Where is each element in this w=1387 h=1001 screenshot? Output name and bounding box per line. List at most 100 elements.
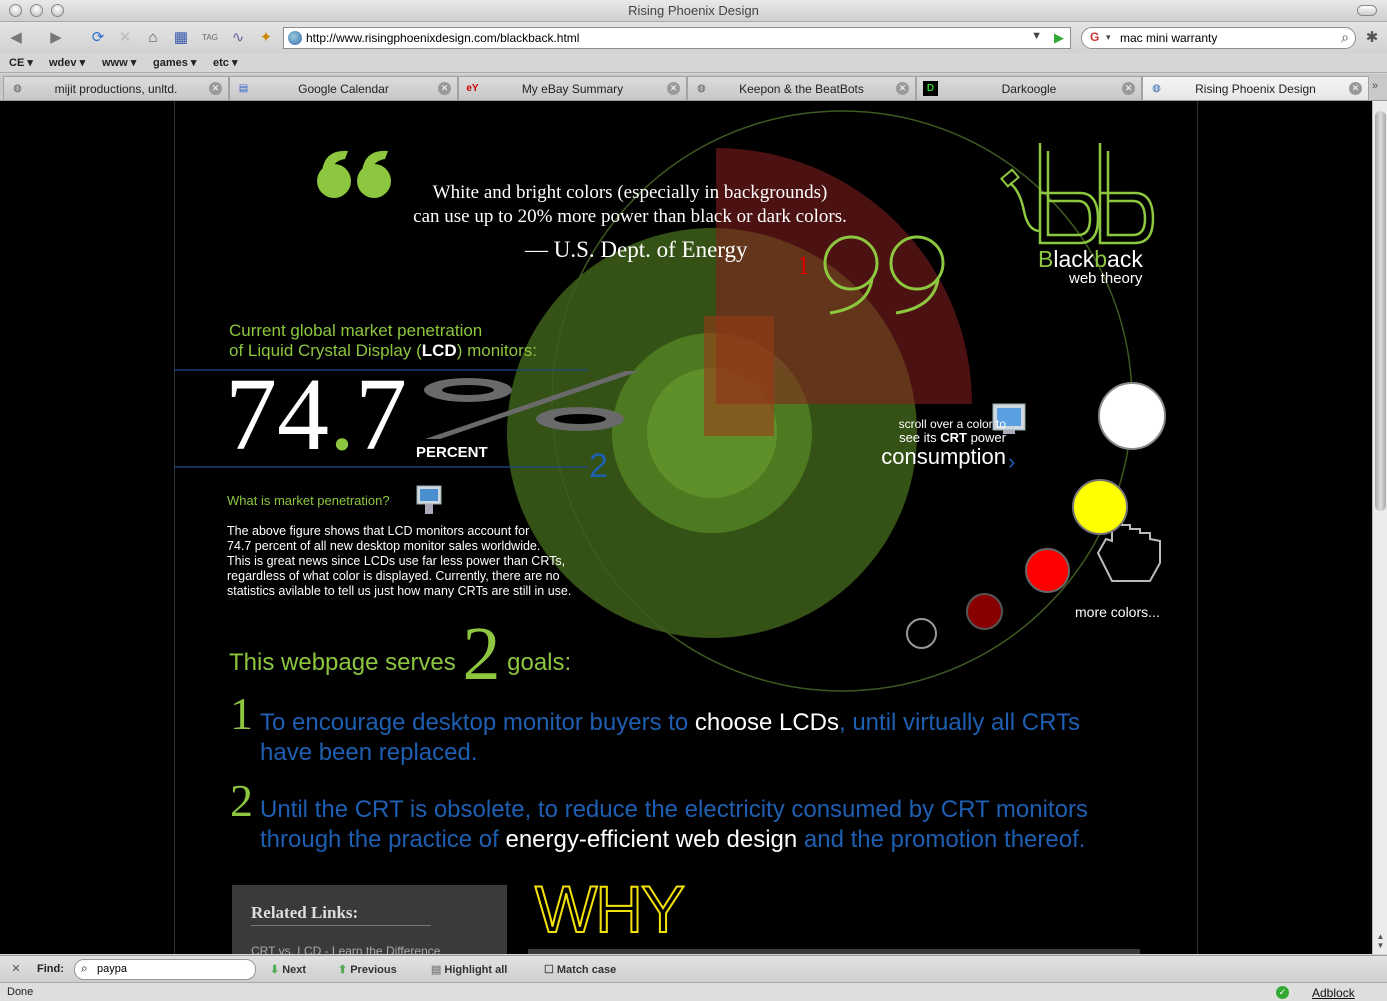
goal-1-b: , until virtually all CRTs (839, 709, 1080, 736)
swatch-dark-red[interactable] (966, 593, 1003, 630)
mp-line: regardless of what color is displayed. C… (227, 569, 560, 583)
adblock-button[interactable]: Adblock (1312, 986, 1355, 1000)
scrollbar-thumb[interactable] (1375, 111, 1386, 511)
tools-icon[interactable]: ✦ (256, 28, 276, 48)
tab-keepon[interactable]: ◍ Keepon & the BeatBots ✕ (687, 76, 916, 100)
lcd-heading-post: ) monitors: (456, 341, 537, 360)
search-bar[interactable]: G ▾ mac mini warranty ⌕ (1081, 27, 1356, 49)
address-bar[interactable]: http://www.risingphoenixdesign.com/black… (283, 27, 1071, 49)
swatch-yellow[interactable] (1072, 479, 1128, 535)
more-colors-link[interactable]: more colors... (1075, 604, 1160, 620)
goal-2-a: Until the CRT is obsolete, to reduce the… (260, 796, 1088, 823)
navigation-toolbar: ◀ ▶ ⟳ ✕ ⌂ ▦ TAG ∿ ✦ http://www.risingpho… (0, 22, 1387, 53)
blackback-logo-text[interactable]: Blackback (1038, 246, 1143, 273)
why-heading: WHY (534, 871, 686, 947)
home-icon[interactable]: ⌂ (143, 28, 163, 48)
tab-strip: ◍ mijit productions, unltd. ✕ ▤ Google C… (0, 74, 1387, 101)
find-previous-button[interactable]: ⬆ Previous (338, 963, 397, 976)
tab-label: Keepon & the BeatBots (739, 82, 864, 96)
go-icon[interactable]: ▶ (1054, 30, 1064, 46)
related-link[interactable]: CRT vs. LCD - Learn the Difference (251, 944, 440, 954)
extension-icon[interactable]: ∿ (228, 28, 248, 48)
swatch-black[interactable] (906, 618, 937, 649)
forward-icon[interactable]: ▶ (46, 28, 66, 48)
bookmark-folder-etc[interactable]: etc ▾ (213, 56, 237, 69)
match-case-label: Match case (556, 964, 617, 976)
scroll-arrows-icon[interactable]: ▲ ▼ (1375, 932, 1386, 950)
tab-darkoogle[interactable]: D Darkoogle ✕ (916, 76, 1142, 100)
energy-quote: White and bright colors (especially in b… (360, 181, 900, 229)
related-links-title: Related Links: (251, 903, 431, 926)
bookmark-manager-icon[interactable]: ▦ (171, 28, 191, 48)
url-history-dropdown-icon[interactable]: ▼ (1031, 30, 1042, 42)
logo-mid2: ack (1107, 246, 1143, 272)
window-title: Rising Phoenix Design (628, 3, 759, 18)
search-input[interactable]: mac mini warranty (1120, 31, 1217, 45)
swatch-white[interactable] (1098, 382, 1166, 450)
goal-1-number: 1 (230, 688, 253, 739)
why-panel-top (528, 949, 1140, 954)
match-case-checkbox[interactable]: ☐ Match case (544, 963, 616, 976)
hint-line-1: scroll over a color to (898, 417, 1006, 431)
percentage-dot: . (329, 357, 355, 472)
tab-list-icon[interactable]: » (1372, 80, 1378, 92)
goal-2-highlight: energy-efficient web design (505, 826, 798, 853)
bookmark-folder-ce[interactable]: CE ▾ (9, 56, 33, 69)
market-penetration-link[interactable]: What is market penetration? (227, 493, 390, 508)
close-tab-icon[interactable]: ✕ (896, 82, 909, 95)
goals-heading: This webpage serves 2 goals: (229, 611, 571, 698)
orange-overlap (704, 316, 774, 436)
crt-power-hint: scroll over a color to see its CRT power… (856, 417, 1006, 469)
logo-b1: B (1038, 246, 1054, 272)
close-find-bar-icon[interactable]: ✕ (9, 962, 23, 976)
close-tab-icon[interactable]: ✕ (1349, 82, 1362, 95)
find-input-value: paypa (97, 963, 127, 975)
close-tab-icon[interactable]: ✕ (209, 82, 222, 95)
logo-mid1: lack (1053, 246, 1095, 272)
back-icon[interactable]: ◀ (6, 28, 26, 48)
tab-mijit[interactable]: ◍ mijit productions, unltd. ✕ (3, 76, 229, 100)
puzzle-icon[interactable]: ✱ (1362, 28, 1382, 48)
search-engine-icon[interactable]: G (1090, 30, 1099, 44)
search-icon[interactable]: ⌕ (1341, 29, 1349, 46)
bookmark-folder-games[interactable]: games ▾ (153, 56, 196, 69)
reload-icon[interactable]: ⟳ (88, 28, 108, 48)
toolbar-toggle-button[interactable] (1357, 5, 1377, 16)
percent-hole-top (442, 385, 494, 395)
find-next-button[interactable]: ⬇ Next (270, 963, 306, 976)
goal-1-a: To encourage desktop monitor buyers to (260, 709, 695, 736)
close-tab-icon[interactable]: ✕ (1122, 82, 1135, 95)
reference-2-link[interactable]: 2 (589, 447, 608, 486)
status-text: Done (7, 986, 34, 998)
window-titlebar: Rising Phoenix Design (0, 0, 1387, 22)
stop-icon[interactable]: ✕ (115, 28, 135, 48)
tab-label: My eBay Summary (521, 82, 624, 96)
tab-ebay[interactable]: eY My eBay Summary ✕ (458, 76, 687, 100)
reference-1-link[interactable]: 1 (797, 251, 810, 281)
vertical-scrollbar[interactable]: ▲ ▼ (1372, 101, 1387, 954)
mp-line: This is great news since LCDs use far le… (227, 554, 566, 568)
search-engine-dropdown-icon[interactable]: ▾ (1106, 32, 1111, 43)
tab-google-calendar[interactable]: ▤ Google Calendar ✕ (229, 76, 458, 100)
quote-line-2: can use up to 20% more power than black … (413, 206, 847, 227)
close-tab-icon[interactable]: ✕ (667, 82, 680, 95)
highlight-all-button[interactable]: ▤ Highlight all (431, 963, 507, 976)
find-input[interactable]: ⌕ paypa (74, 959, 256, 980)
tab-label: Rising Phoenix Design (1195, 82, 1316, 96)
goal-1-highlight: choose LCDs (694, 709, 839, 736)
lcd-heading-bold: LCD (421, 341, 457, 360)
swatch-red[interactable] (1025, 548, 1070, 593)
bookmarks-toolbar: CE ▾ wdev ▾ www ▾ games ▾ etc ▾ (0, 53, 1387, 73)
bookmark-folder-www[interactable]: www ▾ (102, 56, 136, 69)
arrow-up-icon: ⬆ (338, 964, 348, 976)
hint-pre: see its (899, 430, 941, 445)
mp-line: 74.7 percent of all new desktop monitor … (227, 539, 541, 553)
close-tab-icon[interactable]: ✕ (438, 82, 451, 95)
highlight-all-label: Highlight all (444, 964, 508, 976)
tab-label: Darkoogle (1001, 82, 1057, 96)
hint-bold: CRT (940, 430, 967, 445)
tag-icon[interactable]: TAG (200, 28, 220, 48)
tab-rising-phoenix[interactable]: ◍ Rising Phoenix Design ✕ (1142, 76, 1369, 100)
mp-line: statistics avilable to tell us just how … (227, 584, 572, 598)
bookmark-folder-wdev[interactable]: wdev ▾ (49, 56, 85, 69)
